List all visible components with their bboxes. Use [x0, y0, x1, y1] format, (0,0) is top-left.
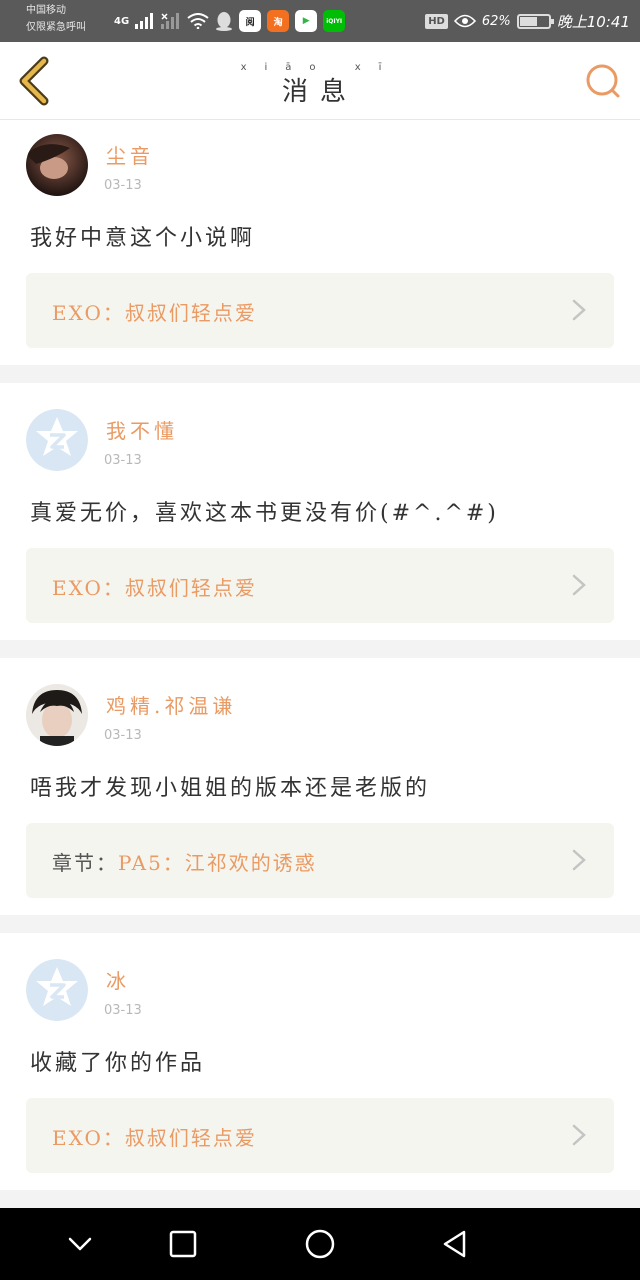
chevron-right-icon: [572, 1124, 586, 1146]
status-icons-left: 4G 阅 淘 ▶ iQIYI: [114, 8, 346, 34]
qq-default-avatar: [26, 409, 88, 471]
message-date: 03-13: [104, 178, 142, 193]
carrier-name: 中国移动: [26, 5, 66, 16]
user-name[interactable]: 尘音: [106, 140, 154, 169]
book-name: PA5：江祁欢的诱惑: [118, 851, 317, 875]
message-content: 收藏了你的作品: [30, 1051, 206, 1076]
qq-penguin-icon: [216, 12, 233, 31]
message-date: 03-13: [104, 728, 142, 743]
page-title-pinyin: xiāo xī: [240, 62, 400, 73]
collapse-chevron-icon[interactable]: [62, 1226, 98, 1262]
clock: 晚上10:41: [556, 12, 630, 31]
message-item: 冰 03-13 收藏了你的作品 EXO：叔叔们轻点爱: [0, 933, 640, 1190]
message-item: 鸡精.祁温谦 03-13 唔我才发现小姐姐的版本还是老版的 章节：PA5：江祁欢…: [0, 658, 640, 915]
book-title: 章节：PA5：江祁欢的诱惑: [52, 847, 317, 876]
book-title: EXO：叔叔们轻点爱: [52, 1122, 257, 1151]
book-name: EXO：叔叔们轻点爱: [52, 1126, 257, 1150]
emergency-only-text: 仅限紧急呼叫: [26, 22, 86, 33]
taobao-app-icon: 淘: [267, 10, 290, 32]
book-link-card[interactable]: 章节：PA5：江祁欢的诱惑: [26, 823, 614, 898]
user-name[interactable]: 冰: [106, 965, 130, 994]
message-content: 我好中意这个小说啊: [30, 226, 256, 251]
eye-comfort-icon: [453, 14, 476, 28]
message-date: 03-13: [104, 453, 142, 468]
qq-default-avatar: [26, 959, 88, 1021]
book-title: EXO：叔叔们轻点爱: [52, 572, 257, 601]
message-content: 真爱无价，喜欢这本书更没有价(#^.^#): [30, 501, 499, 526]
search-icon: [586, 64, 620, 98]
avatar[interactable]: [26, 134, 88, 196]
user-name[interactable]: 我不懂: [106, 415, 178, 444]
avatar[interactable]: [26, 684, 88, 746]
book-name: EXO：叔叔们轻点爱: [52, 576, 257, 600]
app-header: xiāo xī 消息: [0, 42, 640, 120]
user-photo-avatar: [26, 684, 88, 746]
iqiyi-app-icon: iQIYI: [323, 10, 346, 32]
message-date: 03-13: [104, 1003, 142, 1018]
avatar[interactable]: [26, 959, 88, 1021]
user-photo-avatar: [26, 134, 88, 196]
status-icons-right: HD 62% 晚上10:41: [425, 8, 630, 34]
book-link-card[interactable]: EXO：叔叔们轻点爱: [26, 548, 614, 623]
book-prefix: 章节：: [52, 851, 118, 875]
hd-badge: HD: [425, 13, 448, 29]
status-bar: 中国移动 仅限紧急呼叫 4G 阅 淘 ▶ iQIYI HD 62% 晚上10:4…: [0, 0, 640, 42]
battery-percent: 62%: [481, 13, 511, 29]
avatar[interactable]: [26, 409, 88, 471]
page-title: xiāo xī 消息: [0, 62, 640, 108]
search-button[interactable]: [584, 62, 624, 102]
chevron-right-icon: [572, 299, 586, 321]
book-title: EXO：叔叔们轻点爱: [52, 297, 257, 326]
back-triangle-icon[interactable]: [437, 1226, 473, 1262]
battery-level-fill: [519, 16, 538, 26]
message-item: 尘音 03-13 我好中意这个小说啊 EXO：叔叔们轻点爱: [0, 120, 640, 365]
book-link-card[interactable]: EXO：叔叔们轻点爱: [26, 1098, 614, 1173]
page-title-text: 消息: [281, 77, 358, 107]
recent-apps-icon[interactable]: [165, 1226, 201, 1262]
play-app-icon: ▶: [295, 10, 318, 32]
battery-icon: [516, 13, 554, 29]
system-nav-bar: [0, 1208, 640, 1280]
signal-icon: [135, 13, 154, 29]
home-icon[interactable]: [302, 1226, 338, 1262]
message-content: 唔我才发现小姐姐的版本还是老版的: [30, 776, 431, 801]
book-link-card[interactable]: EXO：叔叔们轻点爱: [26, 273, 614, 348]
chevron-right-icon: [572, 849, 586, 871]
wifi-icon: [187, 13, 209, 29]
chevron-right-icon: [572, 574, 586, 596]
user-name[interactable]: 鸡精.祁温谦: [106, 690, 236, 719]
carrier-info: 中国移动 仅限紧急呼叫: [26, 2, 86, 36]
network-type: 4G: [114, 15, 130, 27]
message-item: 我不懂 03-13 真爱无价，喜欢这本书更没有价(#^.^#) EXO：叔叔们轻…: [0, 383, 640, 640]
no-signal-icon: [161, 13, 180, 29]
book-name: EXO：叔叔们轻点爱: [52, 301, 257, 325]
yuewen-app-icon: 阅: [239, 10, 262, 32]
